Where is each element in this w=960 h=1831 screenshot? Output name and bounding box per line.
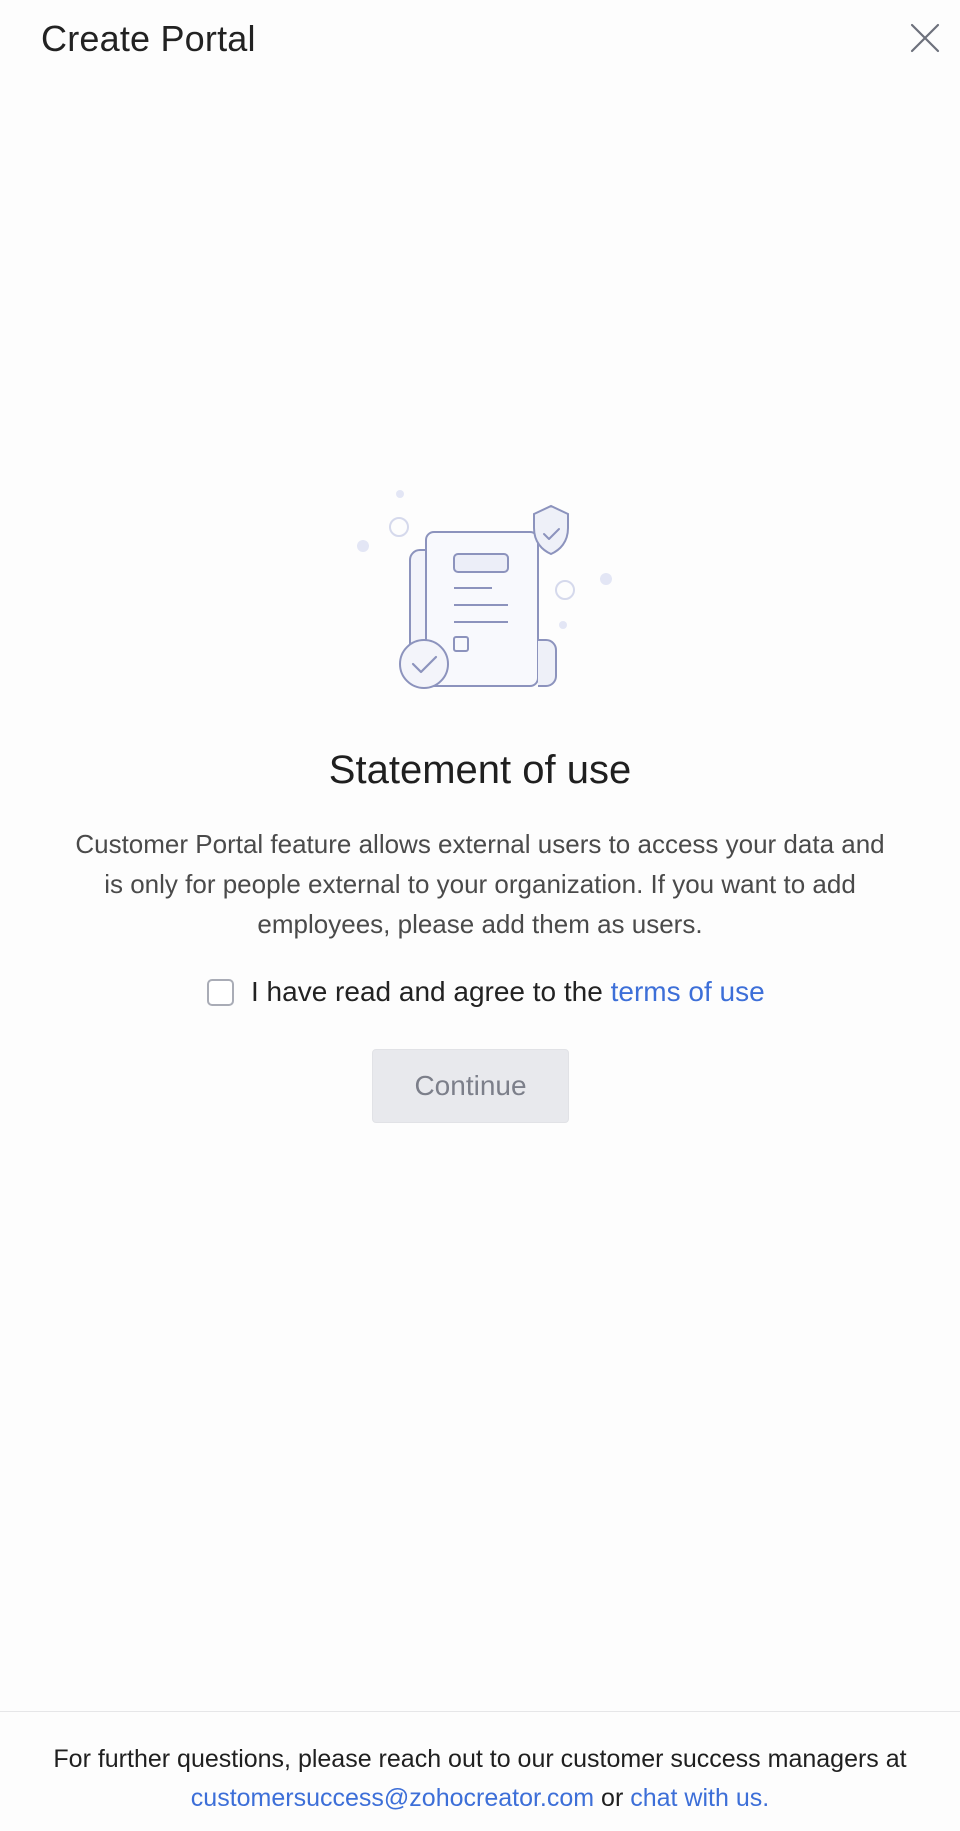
terms-of-use-link[interactable]: terms of use <box>611 976 765 1007</box>
email-link[interactable]: customersuccess@zohocreator.com <box>191 1784 594 1812</box>
footer-or-text: or <box>594 1784 631 1812</box>
footer: For further questions, please reach out … <box>0 1711 960 1831</box>
document-shield-check-icon <box>350 482 620 692</box>
continue-button[interactable]: Continue <box>372 1049 569 1123</box>
footer-contact-line: customersuccess@zohocreator.com or chat … <box>0 1784 960 1813</box>
chat-link[interactable]: chat with us. <box>630 1784 769 1812</box>
footer-help-text: For further questions, please reach out … <box>53 1745 907 1773</box>
close-button[interactable] <box>900 18 952 62</box>
terms-agreement-row: I have read and agree to the terms of us… <box>207 970 765 1014</box>
page-title: Create Portal <box>41 18 256 59</box>
statement-heading: Statement of use <box>328 748 632 792</box>
agree-label-text: I have read and agree to the <box>251 976 611 1007</box>
agree-checkbox[interactable] <box>207 978 234 1006</box>
dialog-header: Create Portal <box>0 0 960 84</box>
close-icon <box>900 18 952 62</box>
statement-description: Customer Portal feature allows external … <box>75 829 885 939</box>
agree-label: I have read and agree to the terms of us… <box>251 976 765 1008</box>
